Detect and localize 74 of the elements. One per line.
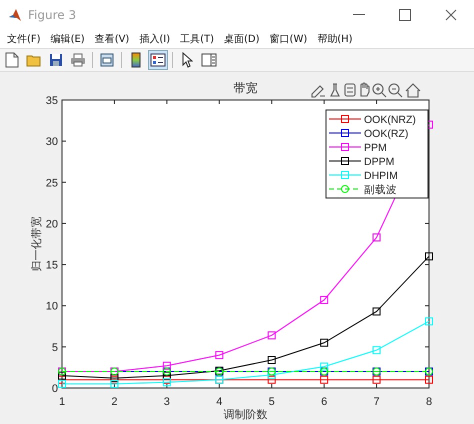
point — [268, 356, 276, 364]
point — [425, 376, 433, 384]
point — [58, 380, 66, 388]
x-tick-label: 5 — [268, 396, 275, 408]
y-tick-label: 30 — [46, 136, 58, 148]
point — [58, 372, 66, 380]
chart-title: 带宽 — [234, 81, 258, 95]
point — [372, 307, 381, 316]
legend-label: 副载波 — [364, 184, 397, 196]
toolbar-button[interactable] — [148, 50, 168, 70]
point — [372, 346, 381, 354]
maximize-icon — [399, 9, 411, 21]
point — [372, 376, 381, 384]
x-tick-label: 2 — [111, 396, 118, 408]
point — [320, 296, 328, 304]
printer-preview-icon — [99, 52, 115, 68]
panel-icon — [201, 53, 217, 67]
point — [425, 252, 433, 260]
x-axis-label: 调制阶数 — [224, 408, 268, 421]
y-tick-label: 35 — [46, 95, 58, 107]
menu-item[interactable]: 插入(I) — [136, 32, 178, 46]
legend-line-icon — [328, 129, 362, 137]
point — [320, 362, 328, 371]
x-tick-label: 8 — [426, 396, 432, 408]
menu-item[interactable]: 帮助(H) — [314, 32, 360, 46]
menu-item[interactable]: 文件(F) — [4, 32, 48, 46]
point — [268, 331, 276, 340]
point — [162, 372, 171, 380]
y-tick-label: 10 — [46, 300, 58, 313]
y-tick-label: 25 — [46, 177, 58, 190]
menu-item[interactable]: 工具(T) — [177, 32, 222, 46]
app-logo-icon — [8, 8, 22, 22]
minimize-icon — [353, 14, 365, 16]
printer-icon — [70, 53, 86, 67]
menu-item[interactable]: 编辑(E) — [48, 32, 92, 46]
legend-label: DHPIM — [364, 170, 398, 182]
point — [110, 380, 118, 388]
y-tick-label: 5 — [52, 342, 58, 354]
new-file-icon — [5, 52, 19, 68]
point — [425, 317, 433, 326]
legend-label: OOK(RZ) — [364, 128, 408, 140]
legend-line-icon — [328, 115, 362, 123]
x-tick-label: 1 — [58, 396, 66, 408]
y-tick-label: 20 — [46, 218, 58, 230]
y-tick-label: 15 — [46, 260, 58, 272]
folder-icon — [26, 53, 42, 67]
legend-line-icon — [328, 157, 362, 165]
legend-label: DPPM — [364, 156, 394, 168]
menu-item[interactable]: 窗口(W) — [266, 32, 314, 46]
x-tick-label: 7 — [374, 396, 380, 408]
point — [215, 351, 224, 360]
colorbar-icon — [131, 52, 141, 68]
menu-item[interactable]: 桌面(D) — [221, 32, 267, 46]
point — [320, 338, 328, 347]
close-icon — [445, 9, 457, 21]
point — [162, 378, 171, 386]
x-tick-label: 3 — [164, 396, 170, 408]
point — [268, 376, 276, 384]
y-tick-label: 0 — [52, 383, 58, 395]
point — [162, 362, 171, 370]
legend-line-icon — [328, 171, 362, 179]
legend-label: PPM — [364, 142, 387, 154]
x-tick-label: 4 — [216, 396, 222, 408]
x-tick-label: 6 — [321, 396, 328, 408]
point — [320, 376, 328, 384]
save-icon — [49, 53, 63, 67]
pointer-icon — [181, 52, 193, 68]
point — [372, 233, 381, 242]
legend-line-icon — [328, 143, 362, 151]
window-title: Figure 3 — [28, 8, 78, 22]
y-axis-label: 归一化带宽 — [30, 216, 43, 272]
legend-icon — [150, 53, 166, 67]
menu-item[interactable]: 查看(V) — [92, 32, 136, 46]
legend-label: OOK(NRZ) — [364, 114, 416, 126]
